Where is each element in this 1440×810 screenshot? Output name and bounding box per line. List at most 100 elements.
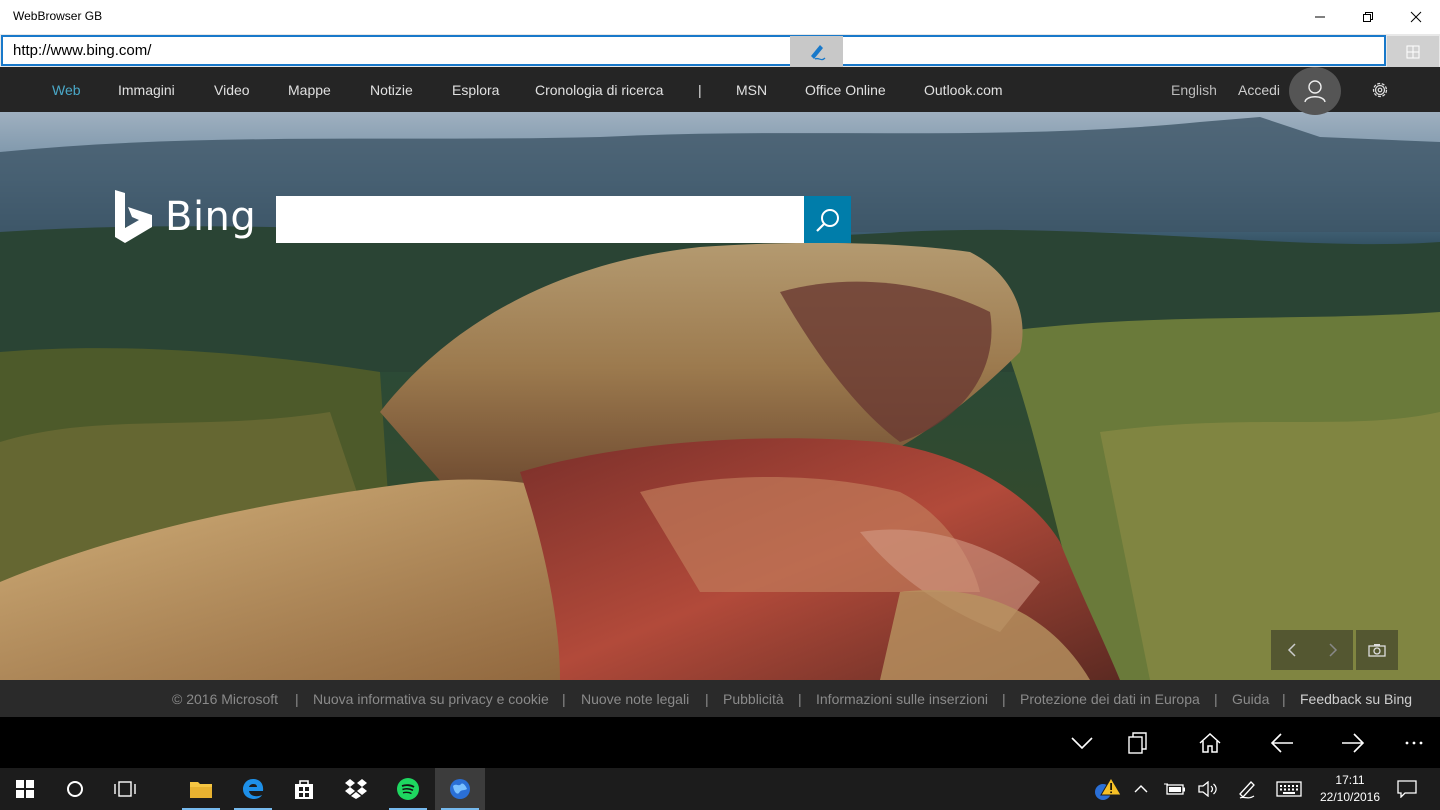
arrow-left-icon [1270, 733, 1293, 753]
footer-separator: | [798, 691, 802, 707]
home-button[interactable] [1186, 727, 1234, 759]
store-button[interactable] [279, 768, 329, 810]
pen-icon [1239, 781, 1255, 799]
touch-keyboard-tray[interactable] [1272, 768, 1306, 810]
chevron-up-icon [1134, 785, 1148, 793]
footer-eu-privacy-link[interactable]: Protezione dei dati in Europa [1020, 691, 1200, 707]
nav-cronologia[interactable]: Cronologia di ricerca [535, 82, 663, 98]
footer-separator: | [705, 691, 709, 707]
footer-help-link[interactable]: Guida [1232, 691, 1269, 707]
footer-separator: | [1002, 691, 1006, 707]
collapse-button[interactable] [1058, 727, 1106, 759]
forward-button[interactable] [1329, 727, 1377, 759]
windows-ink-tray[interactable] [1232, 768, 1262, 810]
network-warning-icon [1095, 777, 1122, 800]
bing-logo[interactable]: Bing [115, 190, 256, 244]
nav-mappe[interactable]: Mappe [288, 82, 331, 98]
footer-separator: | [295, 691, 299, 707]
bing-b-icon [115, 190, 152, 243]
window-title: WebBrowser GB [13, 9, 103, 23]
network-warning-tray[interactable] [1090, 768, 1124, 810]
volume-icon [1198, 781, 1217, 797]
footer-separator: | [1282, 691, 1286, 707]
nav-notizie[interactable]: Notizie [370, 82, 413, 98]
volume-tray[interactable] [1194, 768, 1222, 810]
nav-msn[interactable]: MSN [736, 82, 767, 98]
close-icon [1410, 11, 1422, 23]
start-icon [16, 780, 34, 798]
address-bar [0, 34, 1440, 67]
show-hidden-icons-button[interactable] [1128, 768, 1154, 810]
browser-toolbar [0, 717, 1440, 768]
more-icon [1405, 741, 1423, 745]
cortana-icon [67, 781, 83, 797]
nav-immagini[interactable]: Immagini [118, 82, 175, 98]
store-icon [295, 780, 313, 799]
search-input[interactable] [276, 196, 804, 243]
nav-esplora[interactable]: Esplora [452, 82, 499, 98]
settings-button[interactable] [1366, 77, 1394, 103]
search-button[interactable] [804, 196, 851, 243]
tabs-button[interactable] [1387, 36, 1439, 67]
clock-date: 22/10/2016 [1319, 790, 1381, 804]
webbrowser-gb-button[interactable] [435, 768, 485, 810]
bing-wordmark: Bing [165, 194, 257, 240]
nav-separator: | [698, 82, 702, 98]
bing-footer: © 2016 Microsoft | Nuova informativa su … [0, 680, 1440, 717]
footer-separator: | [562, 691, 566, 707]
notification-icon [1397, 780, 1417, 798]
task-view-button[interactable] [100, 768, 150, 810]
nav-outlook[interactable]: Outlook.com [924, 82, 1003, 98]
file-explorer-button[interactable] [176, 768, 226, 810]
action-center-button[interactable] [1392, 768, 1422, 810]
language-link[interactable]: English [1171, 82, 1217, 98]
keyboard-icon [1276, 781, 1302, 797]
inking-button[interactable] [790, 36, 843, 67]
battery-tray[interactable] [1160, 768, 1190, 810]
url-input[interactable] [1, 35, 1386, 66]
footer-ad-info-link[interactable]: Informazioni sulle inserzioni [816, 691, 988, 707]
edge-button[interactable] [228, 768, 278, 810]
gear-icon [1372, 82, 1388, 98]
previous-image-button[interactable] [1271, 630, 1313, 670]
tabs-icon [1406, 45, 1420, 58]
nav-web[interactable]: Web [52, 82, 81, 98]
taskbar-clock[interactable]: 17:11 22/10/2016 [1310, 772, 1390, 806]
chevron-down-icon [1071, 737, 1093, 749]
footer-copyright: © 2016 Microsoft [172, 691, 279, 707]
signin-link[interactable]: Accedi [1238, 82, 1280, 98]
chevron-right-icon [1329, 643, 1338, 657]
nav-office-online[interactable]: Office Online [805, 82, 886, 98]
next-image-button[interactable] [1313, 630, 1353, 670]
pen-icon [810, 44, 825, 60]
clock-time: 17:11 [1335, 773, 1365, 787]
spotify-button[interactable] [383, 768, 433, 810]
start-button[interactable] [0, 768, 50, 810]
minimize-button[interactable] [1296, 0, 1344, 34]
window-titlebar: WebBrowser GB [0, 0, 1440, 34]
avatar[interactable] [1289, 67, 1341, 115]
copy-button[interactable] [1114, 727, 1162, 759]
cortana-button[interactable] [50, 768, 100, 810]
edge-icon [243, 779, 264, 799]
close-button[interactable] [1392, 0, 1440, 34]
battery-icon [1164, 783, 1185, 795]
image-info-button[interactable] [1356, 630, 1398, 670]
restore-button[interactable] [1344, 0, 1392, 34]
back-button[interactable] [1258, 727, 1306, 759]
file-explorer-icon [190, 782, 212, 798]
webbrowser-gb-icon [450, 779, 470, 799]
dropbox-button[interactable] [331, 768, 381, 810]
minimize-icon [1315, 16, 1325, 18]
more-button[interactable] [1390, 727, 1438, 759]
footer-feedback-link[interactable]: Feedback su Bing [1300, 691, 1412, 707]
task-view-icon [114, 781, 136, 797]
chevron-left-icon [1287, 643, 1296, 657]
nav-video[interactable]: Video [214, 82, 250, 98]
search-icon [815, 208, 839, 232]
footer-privacy-link[interactable]: Nuova informativa su privacy e cookie [313, 691, 549, 707]
footer-ads-link[interactable]: Pubblicità [723, 691, 784, 707]
arrow-right-icon [1342, 733, 1365, 753]
windows-taskbar: 17:11 22/10/2016 [0, 768, 1440, 810]
footer-legal-link[interactable]: Nuove note legali [581, 691, 689, 707]
